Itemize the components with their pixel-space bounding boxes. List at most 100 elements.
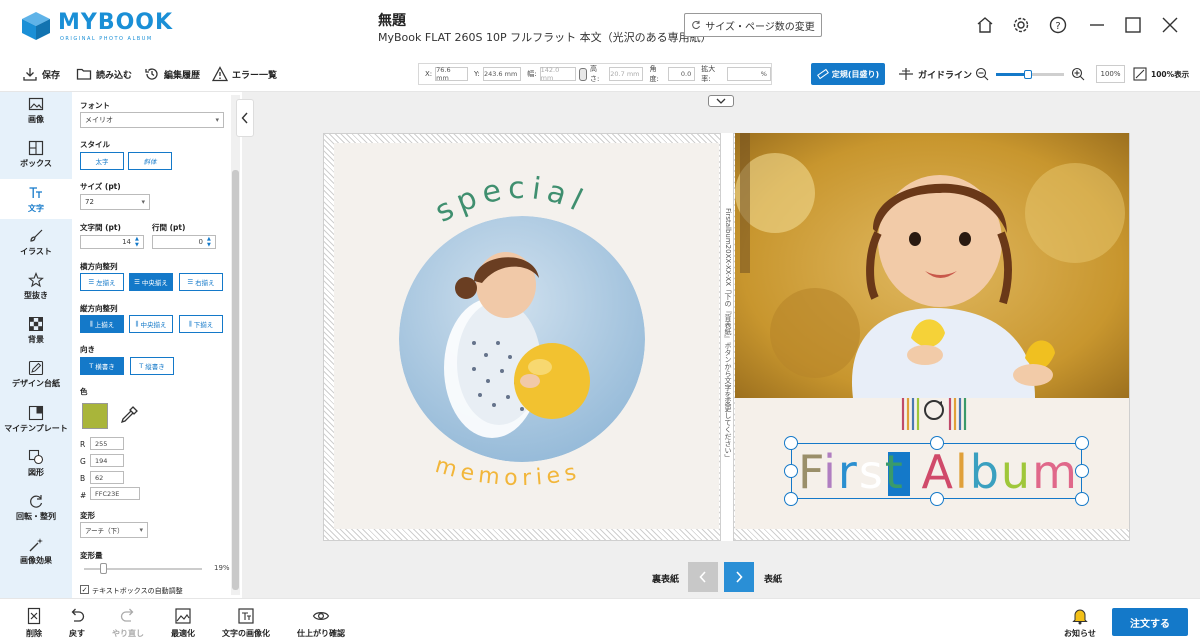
zoom-slider-thumb[interactable] bbox=[1024, 70, 1032, 79]
lock-ratio-icon[interactable] bbox=[579, 67, 588, 81]
sidebar-item-shape[interactable]: 図形 bbox=[0, 449, 72, 478]
r-input[interactable]: 255 bbox=[90, 437, 124, 450]
height-input[interactable]: 20.7 mm bbox=[608, 67, 644, 81]
align-center-button[interactable]: ☰ 中央揃え bbox=[129, 273, 173, 291]
sidebar-item-background[interactable]: 背景 bbox=[0, 316, 72, 345]
g-input[interactable]: 194 bbox=[90, 454, 124, 467]
redo-button[interactable]: やり直し bbox=[112, 607, 144, 639]
errors-button[interactable]: エラー一覧 bbox=[212, 65, 277, 83]
valign-top-button[interactable]: ⫼ 上揃え bbox=[80, 315, 124, 333]
undo-button[interactable]: 戻す bbox=[68, 607, 86, 639]
x-input[interactable]: 76.6 mm bbox=[435, 66, 468, 82]
sidebar-item-cutout[interactable]: 型抜き bbox=[0, 272, 72, 301]
guideline-button[interactable]: ガイドライン bbox=[898, 65, 972, 83]
prev-page-button[interactable] bbox=[688, 562, 718, 592]
zoom-in-icon[interactable] bbox=[1071, 65, 1085, 83]
settings-gear-icon[interactable] bbox=[1010, 14, 1032, 36]
sidebar-item-design-mount[interactable]: デザイン台紙 bbox=[0, 360, 72, 389]
align-left-button[interactable]: ☰ 左揃え bbox=[80, 273, 124, 291]
resize-handle-sw[interactable] bbox=[784, 492, 798, 506]
page-expand-toggle[interactable] bbox=[708, 95, 734, 107]
props-scrollbar-thumb[interactable] bbox=[232, 170, 239, 590]
zoom-ratio-input[interactable]: % bbox=[726, 67, 771, 81]
color-label: 色 bbox=[80, 387, 88, 396]
sidebar-item-illust[interactable]: イラスト bbox=[0, 228, 72, 257]
vertical-writing-button[interactable]: T 縦書き bbox=[130, 357, 174, 375]
b-input[interactable]: 62 bbox=[90, 471, 124, 484]
resize-handle-e[interactable] bbox=[1075, 464, 1089, 478]
optimize-button[interactable]: 最適化 bbox=[171, 607, 195, 639]
eyedropper-icon[interactable] bbox=[119, 405, 139, 425]
maximize-icon[interactable] bbox=[1122, 14, 1144, 36]
front-cover-photo[interactable] bbox=[735, 133, 1129, 398]
sidebar-item-label: デザイン台紙 bbox=[12, 379, 60, 388]
amount-slider-thumb[interactable] bbox=[100, 563, 107, 574]
y-input[interactable]: 243.6 mm bbox=[482, 67, 522, 81]
resize-handle-ne[interactable] bbox=[1075, 436, 1089, 450]
zoom-value-field[interactable]: 100% bbox=[1096, 65, 1125, 83]
width-input[interactable]: 142.0 mm bbox=[539, 66, 577, 82]
italic-button[interactable]: 斜体 bbox=[128, 152, 172, 170]
sidebar-item-box[interactable]: ボックス bbox=[0, 140, 72, 169]
resize-handle-w[interactable] bbox=[784, 464, 798, 478]
delete-button[interactable]: 削除 bbox=[26, 607, 42, 639]
load-button[interactable]: 読み込む bbox=[76, 65, 132, 83]
align-left-label: 左揃え bbox=[96, 279, 116, 287]
minimize-icon[interactable] bbox=[1086, 14, 1108, 36]
ruler-button[interactable]: 定規(目盛り) bbox=[811, 63, 885, 85]
sidebar-item-label: マイテンプレート bbox=[4, 424, 68, 433]
text-to-image-button[interactable]: 文字の画像化 bbox=[222, 607, 270, 639]
checker-icon bbox=[29, 317, 43, 331]
chevron-right-icon bbox=[736, 571, 743, 583]
spine-text[interactable]: Firstalbum20XX-XX-XX「下の『背表紙』ボタンから文字を変更して… bbox=[722, 208, 733, 468]
resize-handle-n[interactable] bbox=[930, 436, 944, 450]
size-select[interactable]: 72 bbox=[80, 194, 150, 210]
font-select[interactable]: メイリオ bbox=[80, 112, 224, 128]
line-spacing-stepper[interactable]: ▲ ▼ bbox=[207, 236, 211, 248]
transform-select[interactable]: アーチ（下） bbox=[80, 522, 148, 538]
char-spacing-stepper[interactable]: ▲ ▼ bbox=[135, 236, 139, 248]
color-swatch[interactable] bbox=[82, 403, 108, 429]
valign-middle-button[interactable]: ⫼ 中央揃え bbox=[129, 315, 173, 333]
ruler-label: 定規(目盛り) bbox=[831, 69, 880, 79]
valign-bottom-button[interactable]: ⫼ 下揃え bbox=[179, 315, 223, 333]
sidebar-item-image[interactable]: 画像 bbox=[0, 96, 72, 125]
history-button[interactable]: 編集履歴 bbox=[144, 65, 200, 83]
align-right-button[interactable]: ☰ 右揃え bbox=[179, 273, 223, 291]
zoom-out-icon[interactable] bbox=[975, 65, 989, 83]
collapse-panel-button[interactable] bbox=[236, 99, 254, 137]
sidebar-item-rotate-align[interactable]: 回転・整列 bbox=[0, 493, 72, 522]
preview-button[interactable]: 仕上がり確認 bbox=[297, 607, 345, 639]
zoom-100-button[interactable]: 100%表示 bbox=[1133, 65, 1189, 83]
close-icon[interactable] bbox=[1159, 14, 1181, 36]
resize-handle-nw[interactable] bbox=[784, 436, 798, 450]
next-page-button[interactable] bbox=[724, 562, 754, 592]
bold-button[interactable]: 太字 bbox=[80, 152, 124, 170]
line-spacing-label: 行間 (pt) bbox=[152, 223, 186, 232]
size-change-button[interactable]: サイズ・ページ数の変更 bbox=[684, 13, 822, 37]
resize-handle-se[interactable] bbox=[1075, 492, 1089, 506]
auto-adjust-checkbox[interactable]: ✓ bbox=[80, 585, 89, 594]
hex-input[interactable]: FFC23E bbox=[90, 487, 140, 500]
save-button[interactable]: 保存 bbox=[22, 65, 60, 83]
notice-button[interactable]: お知らせ bbox=[1064, 607, 1096, 639]
sidebar-item-text[interactable]: 文字 bbox=[0, 179, 72, 219]
horizontal-writing-button[interactable]: T 横書き bbox=[80, 357, 124, 375]
order-button[interactable]: 注文する bbox=[1112, 608, 1188, 636]
amount-slider[interactable] bbox=[84, 563, 202, 574]
ruler-icon bbox=[816, 68, 829, 80]
help-icon[interactable]: ? bbox=[1047, 14, 1069, 36]
optimize-icon bbox=[175, 608, 191, 624]
front-photo-art bbox=[735, 133, 1129, 398]
sidebar-item-image-effect[interactable]: 画像効果 bbox=[0, 537, 72, 566]
stamp-logo-icon[interactable] bbox=[900, 397, 968, 431]
sidebar-item-label: 文字 bbox=[28, 204, 44, 213]
sidebar-item-my-template[interactable]: マイテンプレート bbox=[0, 405, 72, 434]
align-right-icon: ☰ bbox=[187, 278, 194, 286]
circle-photo[interactable] bbox=[399, 216, 645, 462]
zoom-slider[interactable] bbox=[996, 70, 1064, 79]
props-scrollbar[interactable] bbox=[231, 95, 240, 595]
home-icon[interactable] bbox=[974, 14, 996, 36]
angle-input[interactable]: 0.0 bbox=[668, 67, 696, 81]
resize-handle-s[interactable] bbox=[930, 492, 944, 506]
